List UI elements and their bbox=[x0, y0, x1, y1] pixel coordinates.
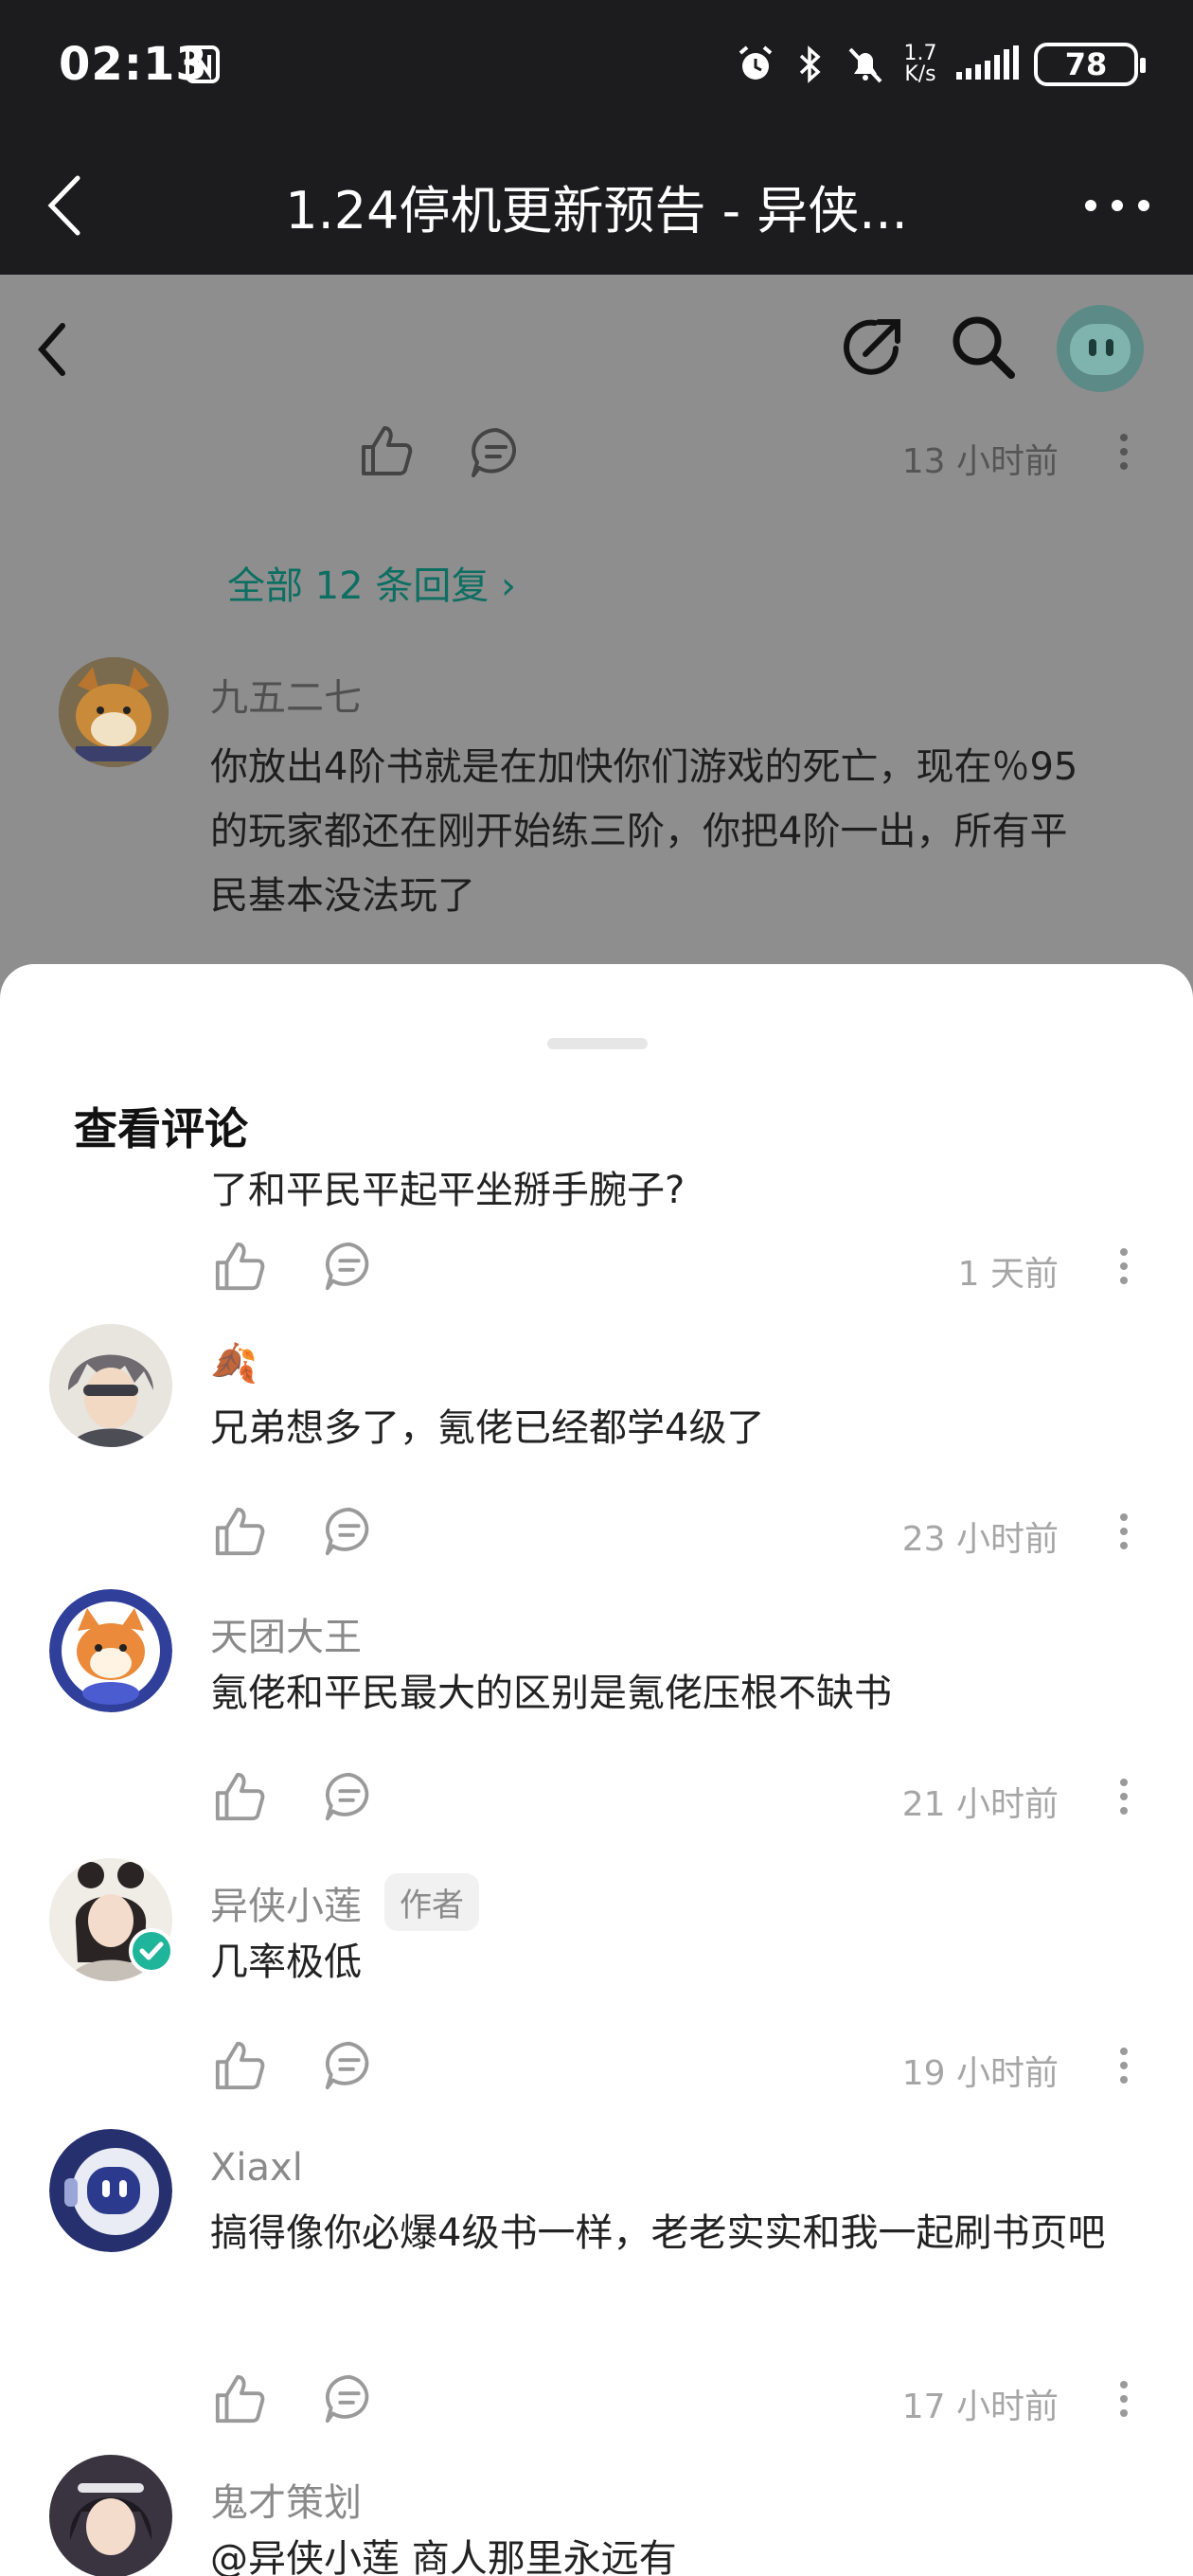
comment-text: 搞得像你必爆4级书一样，老老实实和我一起刷书页吧 bbox=[210, 2211, 1106, 2255]
like-icon[interactable] bbox=[212, 2038, 267, 2093]
comment-time: 13 小时前 bbox=[901, 442, 1059, 481]
more-options-icon[interactable] bbox=[1117, 1775, 1131, 1818]
comment-time: 1 天前 bbox=[957, 1255, 1059, 1294]
comment-author: 异侠小莲 bbox=[210, 1885, 362, 1928]
signal-icon bbox=[956, 45, 1019, 80]
comment-time: 19 小时前 bbox=[901, 2054, 1059, 2093]
comments-sheet: 查看评论 了和平民平起平坐掰手腕子? 1 天前 🍂 兄弟想多了，氪佬已经都学4级… bbox=[0, 964, 1193, 2576]
comment-author: 鬼才策划 bbox=[210, 2481, 362, 2525]
avatar[interactable] bbox=[49, 1324, 172, 1447]
bluetooth-icon bbox=[799, 45, 821, 83]
dog-avatar-icon bbox=[59, 657, 169, 767]
comment-text: 兄弟想多了，氪佬已经都学4级了 bbox=[210, 1406, 765, 1450]
mute-bell-icon bbox=[848, 47, 882, 83]
reply-icon[interactable] bbox=[322, 1239, 377, 1294]
comment-text: @异侠小莲 商人那里永远有 bbox=[210, 2537, 677, 2576]
like-icon[interactable] bbox=[212, 2371, 267, 2426]
comment-time: 17 小时前 bbox=[901, 2388, 1059, 2426]
share-icon bbox=[844, 319, 900, 375]
back-icon[interactable] bbox=[38, 170, 95, 241]
more-options-icon[interactable] bbox=[1117, 1244, 1131, 1288]
robot-face-icon bbox=[1070, 324, 1131, 375]
comment-text: 氪佬和平民最大的区别是氪佬压根不缺书 bbox=[210, 1672, 892, 1715]
more-options-icon bbox=[1120, 434, 1128, 470]
comment-text: 你放出4阶书就是在加快你们游戏的死亡，现在％95的玩家都还在刚开始练三阶，你把4… bbox=[210, 745, 1078, 918]
reply-icon[interactable] bbox=[322, 1769, 377, 1824]
alarm-icon bbox=[739, 45, 773, 80]
robot-avatar-icon bbox=[49, 2129, 172, 2252]
browser-header: 1.24停机更新预告 - 异侠... bbox=[0, 136, 1193, 275]
comment-author: 九五二七 bbox=[210, 676, 362, 720]
status-right-icons: 1.7 K/s 78 bbox=[735, 38, 1146, 91]
avatar[interactable] bbox=[49, 2455, 172, 2576]
more-options-icon[interactable] bbox=[1117, 2377, 1131, 2421]
reply-icon[interactable] bbox=[322, 2038, 377, 2093]
like-icon[interactable] bbox=[212, 1504, 267, 1559]
comment-author: 天团大王 bbox=[210, 1616, 362, 1659]
network-speed: 1.7 K/s bbox=[903, 42, 937, 86]
battery-indicator: 78 bbox=[1034, 43, 1146, 86]
nfc-icon bbox=[186, 45, 220, 83]
like-icon[interactable] bbox=[212, 1239, 267, 1294]
reply-icon bbox=[472, 428, 517, 477]
reply-icon[interactable] bbox=[322, 1504, 377, 1559]
comment-time: 21 小时前 bbox=[901, 1785, 1059, 1824]
character-avatar-icon bbox=[49, 2455, 172, 2576]
comment-text: 了和平民平起平坐掰手腕子? bbox=[210, 1169, 686, 1212]
author-badge: 作者 bbox=[384, 1873, 479, 1931]
avatar[interactable] bbox=[49, 1858, 174, 1981]
avatar[interactable] bbox=[49, 1589, 172, 1712]
comment-author: Xiaxl bbox=[210, 2146, 303, 2190]
reply-icon[interactable] bbox=[322, 2371, 377, 2426]
status-bar: 02:13 1.7 K/s 78 bbox=[0, 0, 1193, 136]
drag-handle[interactable] bbox=[547, 1038, 648, 1049]
all-replies-link: 全部 12 条回复 › bbox=[227, 564, 517, 608]
user-avatar bbox=[1057, 305, 1144, 392]
page-title: 1.24停机更新预告 - 异侠... bbox=[285, 181, 908, 241]
sheet-title: 查看评论 bbox=[74, 1103, 248, 1154]
more-icon[interactable] bbox=[1079, 184, 1155, 227]
character-avatar-icon bbox=[49, 1324, 172, 1447]
shiba-astronaut-avatar-icon bbox=[49, 1589, 172, 1712]
more-options-icon[interactable] bbox=[1117, 1510, 1131, 1553]
comment-author: 🍂 bbox=[210, 1342, 258, 1386]
like-icon[interactable] bbox=[212, 1769, 267, 1824]
avatar[interactable] bbox=[49, 2129, 172, 2252]
comment-text: 几率极低 bbox=[210, 1941, 362, 1984]
like-icon bbox=[362, 426, 413, 475]
avatar bbox=[59, 657, 169, 767]
search-icon bbox=[953, 316, 1015, 379]
more-options-icon[interactable] bbox=[1117, 2044, 1131, 2087]
back-icon bbox=[38, 323, 65, 376]
comment-time: 23 小时前 bbox=[901, 1520, 1059, 1559]
verified-icon bbox=[129, 1928, 174, 1974]
